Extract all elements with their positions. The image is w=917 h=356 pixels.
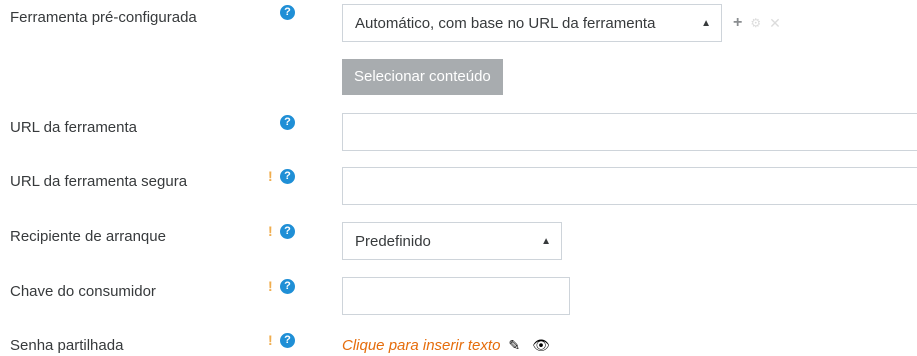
help-icon[interactable]: ? xyxy=(280,223,295,239)
row-launch-container: Recipiente de arranque ! ? Predefinido ▲ xyxy=(0,221,917,265)
tool-url-input[interactable] xyxy=(342,113,917,151)
exclamation-icon: ! xyxy=(268,332,273,348)
secure-tool-url-label: URL da ferramenta segura xyxy=(10,173,188,190)
exclamation-icon: ! xyxy=(268,278,273,294)
row-secure-tool-url: URL da ferramenta segura ! ? xyxy=(0,165,917,209)
cog-icon: ⚙ xyxy=(750,16,762,30)
shared-secret-inline-edit: Clique para inserir texto ✎ 👁 xyxy=(342,337,550,354)
help-icon[interactable]: ? xyxy=(280,332,295,348)
preconfigured-tool-label: Ferramenta pré-configurada xyxy=(10,9,197,26)
help-icon[interactable]: ? xyxy=(280,4,295,20)
launch-container-label: Recipiente de arranque xyxy=(10,228,166,245)
row-tool-url: URL da ferramenta ? xyxy=(0,110,917,154)
plus-icon[interactable]: + xyxy=(733,14,742,32)
pencil-icon[interactable]: ✎ xyxy=(508,337,520,354)
preconfigured-tool-value: Automático, com base no URL da ferrament… xyxy=(355,14,656,32)
select-caret-icon: ▲ xyxy=(701,17,711,29)
select-content-button[interactable]: Selecionar conteúdo xyxy=(342,59,503,95)
help-icon[interactable]: ? xyxy=(280,168,295,184)
secure-tool-url-input[interactable] xyxy=(342,167,917,205)
launch-container-value: Predefinido xyxy=(355,232,431,250)
row-consumer-key: Chave do consumidor ! ? xyxy=(0,277,917,321)
preconfigured-tool-select[interactable]: Automático, com base no URL da ferrament… xyxy=(342,4,722,42)
shared-secret-label: Senha partilhada xyxy=(10,337,124,354)
row-preconfigured-tool: Ferramenta pré-configurada ? Automático,… xyxy=(0,0,917,100)
tool-actions: + ⚙ ✕ xyxy=(733,14,781,32)
exclamation-icon: ! xyxy=(268,223,273,239)
consumer-key-input[interactable] xyxy=(342,277,570,315)
help-icon[interactable]: ? xyxy=(280,278,295,294)
row-shared-secret: Senha partilhada ! ? Clique para inserir… xyxy=(0,332,917,356)
launch-container-select[interactable]: Predefinido ▲ xyxy=(342,222,562,260)
x-icon: ✕ xyxy=(769,14,781,31)
help-icon[interactable]: ? xyxy=(280,114,295,130)
eye-icon[interactable]: 👁 xyxy=(532,337,550,354)
exclamation-icon: ! xyxy=(268,168,273,184)
tool-url-label: URL da ferramenta xyxy=(10,119,138,136)
shared-secret-edit-link[interactable]: Clique para inserir texto xyxy=(342,337,500,354)
consumer-key-label: Chave do consumidor xyxy=(10,283,156,300)
select-caret-icon: ▲ xyxy=(541,235,551,247)
